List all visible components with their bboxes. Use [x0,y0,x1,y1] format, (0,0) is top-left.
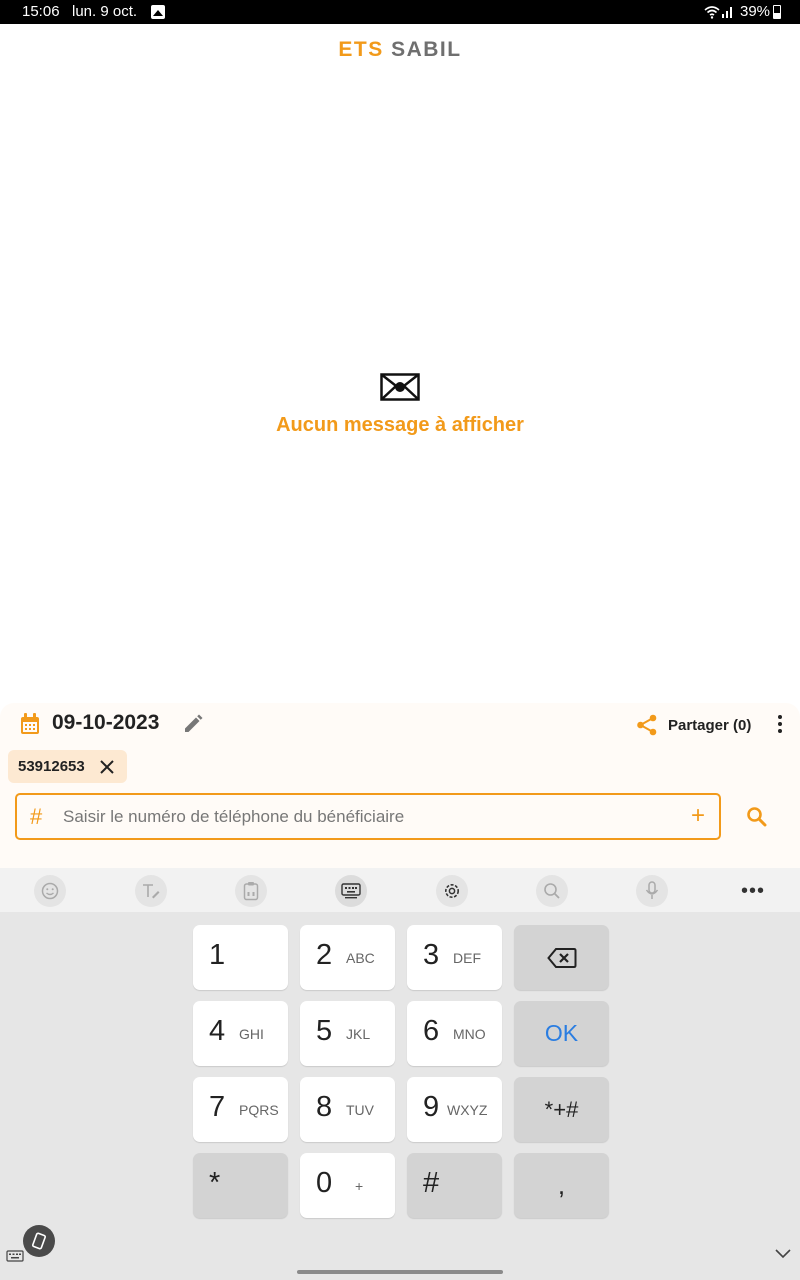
selected-date[interactable]: 09-10-2023 [52,711,159,735]
comma-key[interactable]: , [514,1153,609,1218]
app-title: ETS SABIL [0,38,800,62]
image-notification-icon [151,5,165,19]
backspace-icon [546,947,576,968]
key-6[interactable]: 6 MNO [407,1001,502,1066]
floating-keyboard-icon[interactable] [23,1225,55,1257]
emoji-icon[interactable] [34,875,66,907]
ok-key[interactable]: OK [514,1001,609,1066]
microphone-icon[interactable] [636,875,668,907]
key-4[interactable]: 4 GHI [193,1001,288,1066]
key-8[interactable]: 8 TUV [300,1077,395,1142]
key-3[interactable]: 3 DEF [407,925,502,990]
settings-icon[interactable] [436,875,468,907]
key-7[interactable]: 7 PQRS [193,1077,288,1142]
envelope-icon [380,373,420,401]
battery-icon [773,5,781,19]
search-icon[interactable] [536,875,568,907]
battery-percent: 39% [740,3,771,20]
key-9[interactable]: 9 WXYZ [407,1077,502,1142]
app-title-part1: ETS [338,38,384,61]
symbols-key[interactable]: *+# [514,1077,609,1142]
more-icon[interactable]: ••• [741,880,765,903]
chevron-down-icon[interactable] [775,1248,791,1260]
status-bar: 15:06 lun. 9 oct. 39% [0,0,800,24]
keyboard-switch-icon[interactable] [6,1250,24,1262]
numeric-keyboard: 1 2 ABC 3 DEF 4 GHI 5 JKL 6 MNO OK 7 PQRS 8 TUV… [0,912,800,1280]
share-label: Partager (0) [668,716,752,734]
key-1[interactable]: 1 [193,925,288,990]
phone-field[interactable]: # + [15,793,721,840]
navigation-handle[interactable] [297,1270,503,1274]
close-icon[interactable] [99,759,115,775]
keyboard-icon[interactable] [335,875,367,907]
empty-message: Aucun message à afficher [276,414,524,436]
edit-icon[interactable] [183,714,203,734]
compose-panel: 09-10-2023 Partager (0) 53912653 # + [0,703,800,868]
app-title-part2: SABIL [391,38,462,61]
signal-icon [722,7,732,18]
key-0[interactable]: 0 + [300,1153,395,1218]
status-time: 15:06 [22,3,60,20]
clipboard-icon[interactable] [235,875,267,907]
key-hash[interactable]: # [407,1153,502,1218]
date-row: 09-10-2023 Partager (0) [0,711,800,739]
recipient-chip-number: 53912653 [18,758,85,775]
backspace-key[interactable] [514,925,609,990]
keyboard-toolbar: ••• [0,868,800,912]
wifi-icon [704,6,720,19]
empty-state: Aucun message à afficher [0,372,800,437]
recipient-chip: 53912653 [8,750,127,783]
add-number-icon[interactable]: + [691,804,705,828]
key-2[interactable]: 2 ABC [300,925,395,990]
share-icon [637,714,657,736]
share-button[interactable]: Partager (0) [636,711,751,739]
search-button[interactable] [746,806,768,828]
calendar-icon[interactable] [20,713,40,735]
more-options-icon[interactable] [772,715,788,735]
key-star[interactable]: * [193,1153,288,1218]
handwriting-icon[interactable] [135,875,167,907]
phone-input[interactable] [63,803,663,831]
hash-icon: # [30,804,43,829]
status-date: lun. 9 oct. [72,3,138,20]
key-5[interactable]: 5 JKL [300,1001,395,1066]
